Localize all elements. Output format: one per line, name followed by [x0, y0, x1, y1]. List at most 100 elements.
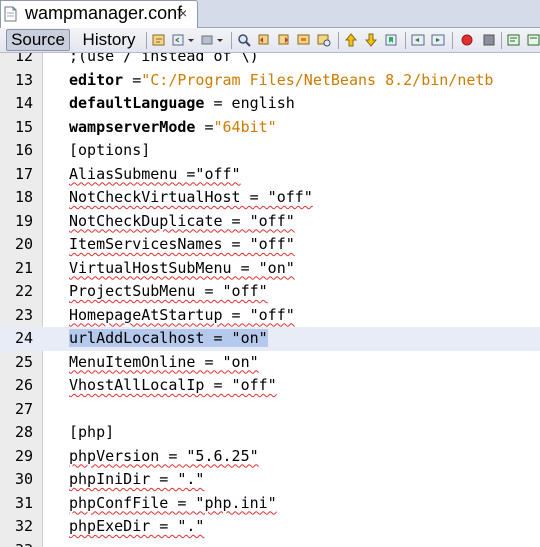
code-text: editor ="C:/Program Files/NetBeans 8.2/b… [69, 69, 493, 92]
toggle-bookmark-icon[interactable] [384, 33, 398, 47]
back-dropdown-icon[interactable] [187, 33, 195, 47]
last-edit-icon[interactable] [152, 33, 166, 47]
line-number: 26 [14, 376, 33, 394]
line-number: 31 [14, 493, 33, 512]
previous-bookmark-icon[interactable] [344, 33, 358, 47]
line-number: 28 [14, 423, 33, 441]
code-token: phpVersion = "5.6.25" [69, 446, 259, 465]
code-token: [options] [69, 141, 151, 159]
code-token: ItemServicesNames = "off" [69, 235, 295, 253]
code-line[interactable]: 29 phpVersion = "5.6.25" [0, 445, 540, 469]
file-tab-wampmanager-conf[interactable]: wampmanager.conf × [0, 0, 198, 28]
toggle-highlight-search-icon[interactable] [317, 33, 331, 47]
code-line[interactable]: 17 AliasSubmenu ="off" [0, 163, 540, 187]
code-line[interactable]: 18 NotCheckVirtualHost = "off" [0, 186, 540, 210]
editor-toolbar: Source History [0, 28, 540, 53]
find-next-icon[interactable] [277, 33, 291, 47]
code-token: phpIniDir = "." [69, 470, 205, 488]
code-line[interactable]: 33 [0, 539, 540, 547]
line-number: 24 [14, 329, 33, 347]
code-text: urlAddLocalhost = "on" [69, 327, 268, 350]
code-line[interactable]: 22 ProjectSubMenu = "off" [0, 280, 540, 304]
code-text: AliasSubmenu ="off" [69, 163, 241, 186]
code-line[interactable]: 28 [php] [0, 421, 540, 445]
uncomment-icon[interactable] [527, 33, 540, 47]
line-number: 32 [14, 517, 33, 535]
line-number: 16 [14, 141, 33, 159]
line-number: 29 [14, 446, 33, 465]
code-token: phpConfFile = "php.ini" [69, 493, 277, 512]
code-token: = english [204, 94, 295, 112]
code-line[interactable]: 23 HomepageAtStartup = "off" [0, 304, 540, 328]
toolbar-separator [405, 32, 406, 49]
code-token: wampserverMode [69, 117, 196, 136]
forward-dropdown-icon[interactable] [216, 33, 224, 47]
code-text: phpVersion = "5.6.25" [69, 445, 259, 468]
file-icon [4, 6, 17, 22]
code-text: ItemServicesNames = "off" [69, 233, 295, 256]
toolbar-separator [338, 32, 339, 49]
line-number: 25 [14, 352, 33, 371]
code-text: ProjectSubMenu = "off" [69, 280, 268, 303]
line-number: 23 [14, 305, 33, 324]
code-token: urlAddLocalhost = "on" [69, 329, 268, 347]
code-line[interactable]: 12 ;(use / instead of \) [0, 53, 540, 69]
code-token: [php] [69, 423, 115, 441]
code-line[interactable]: 31 phpConfFile = "php.ini" [0, 492, 540, 516]
code-line[interactable]: 24 urlAddLocalhost = "on" [0, 327, 540, 351]
stop-macro-icon[interactable] [482, 33, 496, 47]
code-token: NotCheckVirtualHost = "off" [69, 188, 313, 206]
line-number: 19 [14, 211, 33, 230]
line-number: 21 [14, 258, 33, 277]
code-line[interactable]: 16 [options] [0, 139, 540, 163]
code-text: NotCheckDuplicate = "off" [69, 210, 295, 233]
find-previous-icon[interactable] [257, 33, 271, 47]
source-mode-button[interactable]: Source [6, 29, 70, 51]
line-number: 20 [14, 235, 33, 253]
code-token: VirtualHostSubMenu = "on" [69, 258, 295, 277]
code-token: "C:/Program Files/NetBeans 8.2/bin/netb [141, 70, 494, 89]
code-token: NotCheckDuplicate = "off" [69, 211, 295, 230]
toolbar-separator [231, 32, 232, 49]
code-line[interactable]: 25 MenuItemOnline = "on" [0, 351, 540, 375]
code-text: VirtualHostSubMenu = "on" [69, 257, 295, 280]
close-tab-icon[interactable]: × [179, 5, 187, 21]
find-selection-icon[interactable] [297, 33, 311, 47]
code-token: = [123, 70, 142, 89]
shift-left-icon[interactable] [411, 33, 425, 47]
code-line[interactable]: 21 VirtualHostSubMenu = "on" [0, 257, 540, 281]
line-number: 15 [14, 117, 33, 136]
code-token: defaultLanguage [69, 94, 205, 112]
toolbar-separator [452, 32, 453, 49]
code-text: wampserverMode ="64bit" [69, 116, 277, 139]
code-editor[interactable]: 12 ;(use / instead of \) 13 editor ="C:/Pro… [0, 53, 540, 547]
code-line[interactable]: 14 defaultLanguage = english [0, 92, 540, 116]
line-number: 27 [14, 399, 33, 418]
code-line[interactable]: 13 editor ="C:/Program Files/NetBeans 8.2… [0, 69, 540, 93]
line-number: 33 [0, 541, 33, 547]
code-line[interactable]: 27 [0, 398, 540, 422]
back-icon[interactable] [172, 33, 186, 47]
code-token: phpExeDir = "." [69, 517, 205, 535]
record-macro-icon[interactable] [460, 33, 474, 47]
code-text: phpConfFile = "php.ini" [69, 492, 277, 515]
history-mode-button[interactable]: History [76, 29, 142, 51]
code-line[interactable]: 15 wampserverMode ="64bit" [0, 116, 540, 140]
code-line[interactable]: 30 phpIniDir = "." [0, 468, 540, 492]
comment-icon[interactable] [507, 33, 521, 47]
line-number: 30 [14, 470, 33, 488]
code-line[interactable]: 32 phpExeDir = "." [0, 515, 540, 539]
code-token: editor [69, 70, 124, 89]
code-line[interactable]: 26 VhostAllLocalIp = "off" [0, 374, 540, 398]
code-line[interactable]: 20 ItemServicesNames = "off" [0, 233, 540, 257]
forward-icon[interactable] [201, 33, 215, 47]
toolbar-separator [501, 32, 502, 49]
code-text: [options] [69, 139, 150, 162]
code-token: HomepageAtStartup = "off" [69, 305, 295, 324]
next-bookmark-icon[interactable] [364, 33, 378, 47]
code-text: MenuItemOnline = "on" [69, 351, 259, 374]
shift-right-icon[interactable] [431, 33, 445, 47]
code-token: = [195, 117, 214, 136]
code-line[interactable]: 19 NotCheckDuplicate = "off" [0, 210, 540, 234]
search-icon[interactable] [237, 33, 251, 47]
